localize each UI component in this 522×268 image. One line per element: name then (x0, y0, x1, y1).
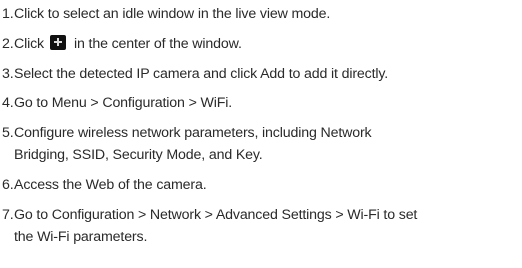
step-text: Go to Menu > Configuration > WiFi. (14, 95, 233, 112)
steps-list: 1. Click to select an idle window in the… (2, 3, 522, 248)
step-text-line-2: Bridging, SSID, Security Mode, and Key. (14, 147, 263, 164)
instruction-page: 1. Click to select an idle window in the… (0, 3, 522, 268)
step-number: 1. (2, 6, 14, 22)
step-5: 5. Configure wireless network parameters… (2, 122, 522, 166)
step-text-after-icon: in the center of the window. (74, 35, 242, 52)
step-number: 3. (2, 65, 14, 82)
step-6: 6. Access the Web of the camera. (2, 174, 522, 196)
step-2: 2. Click in the center of the window. (2, 33, 522, 55)
step-4: 4. Go to Menu > Configuration > WiFi. (2, 92, 522, 114)
step-number: 6. (2, 176, 14, 193)
step-text: Select the detected IP camera and click … (14, 65, 389, 82)
step-1: 1. Click to select an idle window in the… (2, 3, 522, 25)
step-number: 4. (2, 95, 14, 112)
step-text-line-1: Go to Configuration > Network > Advanced… (14, 206, 418, 223)
step-number: 7. (2, 206, 14, 223)
step-number: 2. (2, 35, 14, 52)
step-7: 7. Go to Configuration > Network > Advan… (2, 204, 522, 248)
step-text: Click to select an idle window in the li… (14, 6, 331, 22)
step-3: 3. Select the detected IP camera and cli… (2, 63, 522, 85)
step-number: 5. (2, 125, 14, 142)
add-icon (50, 34, 66, 50)
step-text-line-1: Configure wireless network parameters, i… (14, 125, 372, 142)
step-text: Access the Web of the camera. (14, 176, 207, 193)
step-text-line-2: the Wi-Fi parameters. (14, 228, 148, 245)
step-text-before-icon: Click (14, 35, 44, 52)
